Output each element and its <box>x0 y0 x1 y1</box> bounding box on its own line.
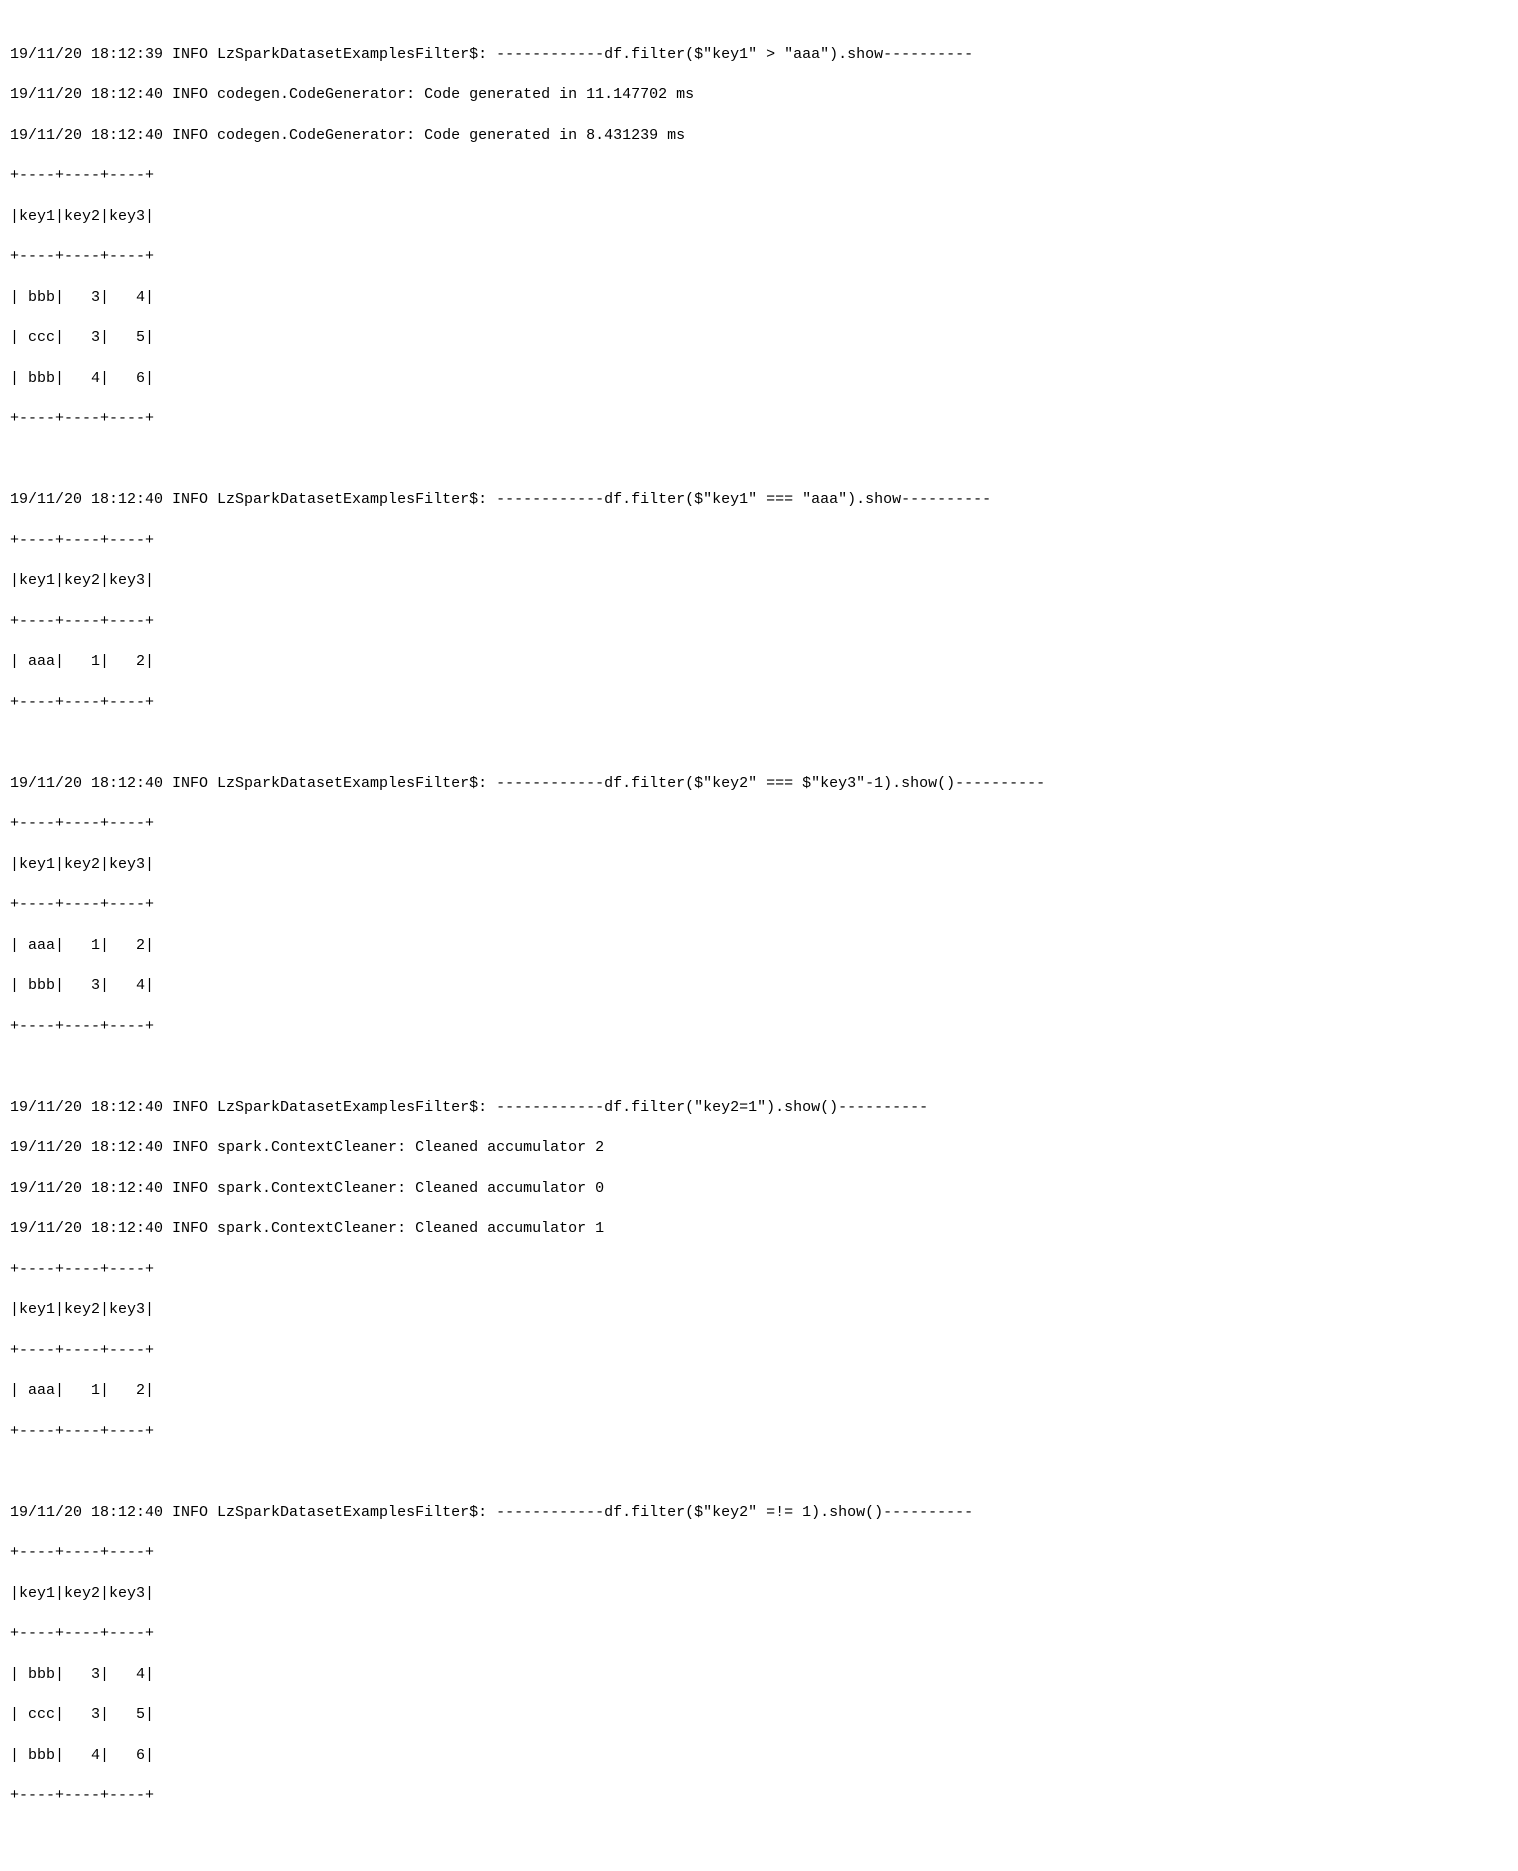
table-row: | ccc| 3| 5| <box>10 328 1508 348</box>
table-row: | bbb| 3| 4| <box>10 1665 1508 1685</box>
blank-line <box>10 733 1508 753</box>
table-header: |key1|key2|key3| <box>10 571 1508 591</box>
log-line: 19/11/20 18:12:40 INFO LzSparkDatasetExa… <box>10 490 1508 510</box>
table-border: +----+----+----+ <box>10 1422 1508 1442</box>
blank-line <box>10 1462 1508 1482</box>
table-row: | bbb| 3| 4| <box>10 976 1508 996</box>
table-border: +----+----+----+ <box>10 409 1508 429</box>
log-line: 19/11/20 18:12:40 INFO LzSparkDatasetExa… <box>10 774 1508 794</box>
table-border: +----+----+----+ <box>10 531 1508 551</box>
log-line: 19/11/20 18:12:40 INFO spark.ContextClea… <box>10 1138 1508 1158</box>
table-border: +----+----+----+ <box>10 1260 1508 1280</box>
table-row: | ccc| 3| 5| <box>10 1705 1508 1725</box>
table-border: +----+----+----+ <box>10 1341 1508 1361</box>
table-header: |key1|key2|key3| <box>10 1584 1508 1604</box>
table-header: |key1|key2|key3| <box>10 1300 1508 1320</box>
table-border: +----+----+----+ <box>10 166 1508 186</box>
table-header: |key1|key2|key3| <box>10 855 1508 875</box>
table-row: | bbb| 4| 6| <box>10 1746 1508 1766</box>
blank-line <box>10 450 1508 470</box>
table-row: | aaa| 1| 2| <box>10 652 1508 672</box>
blank-line <box>10 1057 1508 1077</box>
log-line: 19/11/20 18:12:40 INFO LzSparkDatasetExa… <box>10 1098 1508 1118</box>
log-line: 19/11/20 18:12:40 INFO LzSparkDatasetExa… <box>10 1503 1508 1523</box>
log-line: 19/11/20 18:12:40 INFO codegen.CodeGener… <box>10 126 1508 146</box>
table-border: +----+----+----+ <box>10 1017 1508 1037</box>
table-border: +----+----+----+ <box>10 693 1508 713</box>
table-border: +----+----+----+ <box>10 1624 1508 1644</box>
table-row: | bbb| 4| 6| <box>10 369 1508 389</box>
table-border: +----+----+----+ <box>10 1543 1508 1563</box>
table-border: +----+----+----+ <box>10 247 1508 267</box>
table-row: | aaa| 1| 2| <box>10 936 1508 956</box>
table-border: +----+----+----+ <box>10 612 1508 632</box>
table-border: +----+----+----+ <box>10 814 1508 834</box>
table-row: | aaa| 1| 2| <box>10 1381 1508 1401</box>
table-border: +----+----+----+ <box>10 895 1508 915</box>
table-header: |key1|key2|key3| <box>10 207 1508 227</box>
log-line: 19/11/20 18:12:40 INFO spark.ContextClea… <box>10 1179 1508 1199</box>
log-line: 19/11/20 18:12:39 INFO LzSparkDatasetExa… <box>10 45 1508 65</box>
log-line: 19/11/20 18:12:40 INFO spark.ContextClea… <box>10 1219 1508 1239</box>
log-line: 19/11/20 18:12:40 INFO codegen.CodeGener… <box>10 85 1508 105</box>
table-row: | bbb| 3| 4| <box>10 288 1508 308</box>
table-border: +----+----+----+ <box>10 1786 1508 1806</box>
